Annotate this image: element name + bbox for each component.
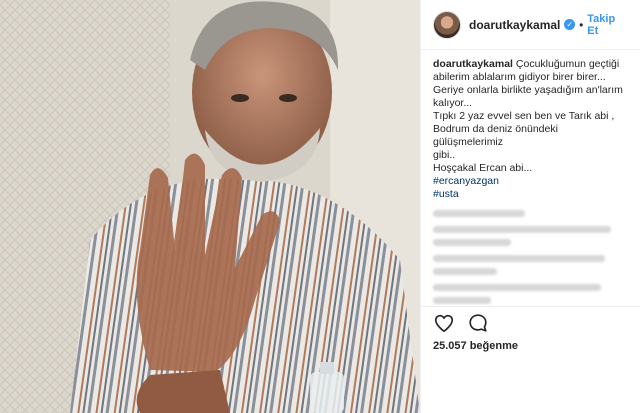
follow-button[interactable]: Takip Et (587, 13, 628, 37)
separator-dot: • (579, 17, 584, 32)
blurred-text (433, 255, 605, 262)
post-photo-illustration (0, 0, 420, 413)
blurred-text (433, 239, 511, 246)
caption-line-3: Geriye onlarla birlikte yaşadığım an'lar… (433, 84, 623, 96)
username-link[interactable]: doarutkaykamal (469, 18, 560, 32)
blurred-text (433, 284, 601, 291)
post-photo[interactable] (0, 0, 420, 413)
post-header: doarutkaykamal ✓ • Takip Et (421, 0, 640, 50)
blurred-comments (433, 210, 628, 306)
comment-item (433, 226, 628, 246)
blurred-text (433, 268, 497, 275)
post-caption: doarutkaykamal Çocukluğumun geçtiği abil… (433, 58, 628, 201)
comment-item (433, 255, 628, 275)
caption-line-7: gibi.. (433, 149, 456, 161)
comment-icon[interactable] (467, 312, 489, 334)
caption-text-1: Çocukluğumun geçtiği (515, 58, 620, 70)
caption-username[interactable]: doarutkaykamal (433, 58, 513, 70)
likes-count[interactable]: 25.057 beğenme (433, 340, 518, 352)
hashtag-link[interactable]: #usta (433, 188, 628, 201)
caption-line-2: abilerim ablalarım gidiyor birer birer..… (433, 71, 606, 83)
caption-line-4: kalıyor... (433, 97, 473, 109)
avatar[interactable] (433, 10, 461, 39)
caption-line-8: Hoşçakal Ercan abi... (433, 162, 533, 174)
post-sidebar: doarutkaykamal ✓ • Takip Et doarutkaykam… (420, 0, 640, 413)
comment-item (433, 210, 628, 217)
post-actions (433, 312, 501, 334)
verified-badge-icon: ✓ (564, 19, 576, 30)
caption-line-1: doarutkaykamal Çocukluğumun geçtiği (433, 58, 628, 71)
divider (421, 306, 640, 307)
caption-line-5: Tıpkı 2 yaz evvel sen ben ve Tarık abi , (433, 110, 615, 122)
comments-section[interactable]: doarutkaykamal Çocukluğumun geçtiği abil… (421, 50, 640, 306)
caption-line-6: Bodrum da deniz önündeki gülüşmelerimiz (433, 123, 558, 148)
blurred-text (433, 210, 525, 217)
heart-icon[interactable] (433, 312, 455, 334)
blurred-text (433, 226, 611, 233)
comment-item (433, 284, 628, 304)
blurred-text (433, 297, 491, 304)
hashtag-link[interactable]: #ercanyazgan (433, 175, 628, 188)
